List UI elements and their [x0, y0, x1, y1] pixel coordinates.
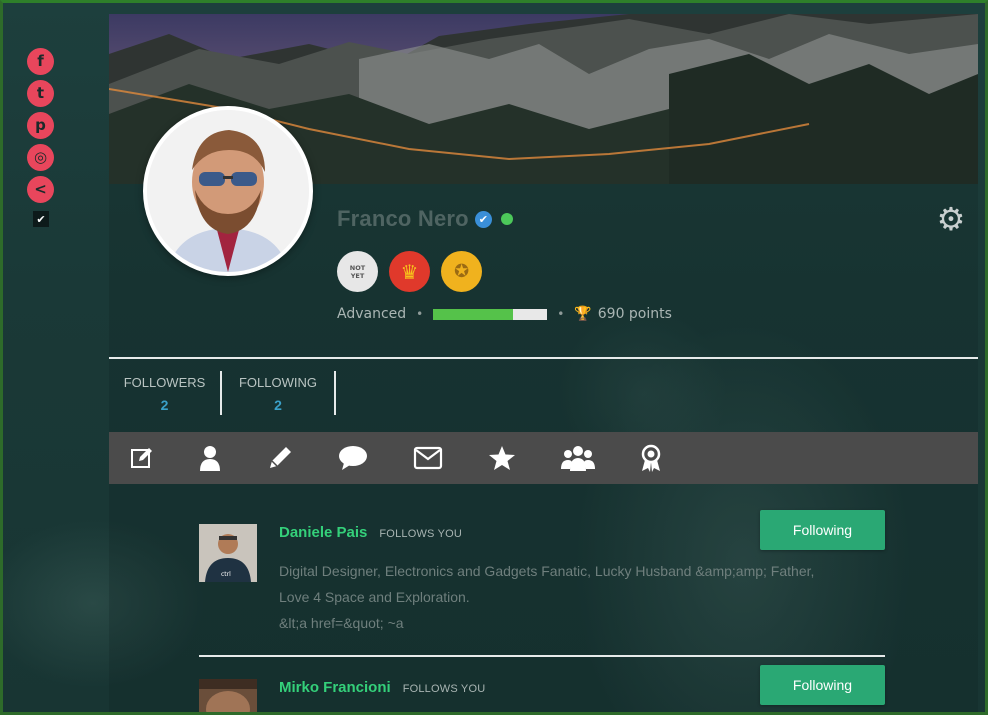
followers-count: 2	[160, 397, 169, 413]
follower-avatar[interactable]: ctrl	[199, 524, 257, 582]
level-label: Advanced	[337, 306, 407, 322]
settings-gear-icon[interactable]: ⚙	[934, 202, 968, 236]
comment-icon[interactable]	[331, 432, 375, 484]
follower-name[interactable]: Daniele Pais	[279, 524, 367, 541]
profile-name: Franco Nero	[337, 206, 469, 231]
instagram-icon[interactable]: ◎	[27, 144, 54, 171]
following-stat[interactable]: FOLLOWING 2	[220, 371, 336, 415]
bio-line: Love 4 Space and Exploration.	[279, 589, 470, 605]
separator-dot: •	[416, 307, 424, 321]
bio-line: Digital Designer, Electronics and Gadget…	[279, 563, 815, 579]
section-divider	[109, 357, 978, 359]
follower-bio: Digital Designer, Electronics and Gadget…	[279, 558, 879, 636]
social-sidebar: f t p ◎ < ✔	[27, 48, 57, 227]
followers-label: FOLLOWERS	[123, 375, 206, 390]
pencil-icon[interactable]	[258, 432, 302, 484]
separator-dot: •	[557, 307, 565, 321]
online-status-icon	[500, 213, 513, 225]
stats-row: FOLLOWERS 2 FOLLOWING 2	[109, 371, 336, 415]
follower-avatar[interactable]	[199, 679, 257, 712]
follower-name-row: Daniele Pais FOLLOWS YOU	[279, 524, 462, 541]
followers-stat[interactable]: FOLLOWERS 2	[109, 371, 220, 415]
follower-name[interactable]: Mirko Francioni	[279, 679, 391, 696]
following-count: 2	[274, 397, 282, 413]
user-icon[interactable]	[188, 432, 232, 484]
not-yet-line1: NOT	[349, 263, 366, 272]
twitter-icon[interactable]: t	[27, 80, 54, 107]
points-text: 690 points	[597, 306, 672, 322]
trophy-icon: 🏆	[574, 306, 592, 322]
edit-icon[interactable]	[120, 432, 164, 484]
profile-toolbar	[109, 432, 978, 484]
follows-you-label: FOLLOWS YOU	[402, 683, 486, 695]
star-icon[interactable]	[480, 432, 524, 484]
checkmark-icon[interactable]: ✔	[33, 211, 49, 227]
follower-list-item: ctrl Daniele Pais FOLLOWS YOU Following …	[199, 510, 885, 650]
facebook-icon[interactable]: f	[27, 48, 54, 75]
bio-line: &lt;a href=&quot; ~a	[279, 615, 404, 631]
envelope-icon[interactable]	[406, 432, 450, 484]
follower-name-row: Mirko Francioni FOLLOWS YOU	[279, 679, 485, 696]
level-progress-fill	[433, 308, 514, 320]
following-button[interactable]: Following	[760, 665, 885, 705]
group-icon[interactable]	[556, 432, 600, 484]
not-yet-badge[interactable]: NOT YET	[337, 251, 378, 292]
svg-text:ctrl: ctrl	[221, 571, 231, 578]
level-row: Advanced • • 🏆 690 points	[337, 306, 672, 322]
follower-list-item: Mirko Francioni FOLLOWS YOU Following	[199, 665, 885, 712]
award-icon[interactable]	[629, 432, 673, 484]
following-button[interactable]: Following	[760, 510, 885, 550]
follows-you-label: FOLLOWS YOU	[379, 528, 463, 540]
profile-name-row: Franco Nero ✔	[337, 206, 513, 232]
not-yet-line2: YET	[350, 271, 365, 280]
pinterest-icon[interactable]: p	[27, 112, 54, 139]
page-frame: f t p ◎ < ✔ Franco Nero ✔ ⚙ NOT YET ♛ ✪ …	[0, 0, 988, 715]
share-icon[interactable]: <	[27, 176, 54, 203]
following-label: FOLLOWING	[238, 375, 317, 390]
verified-icon: ✔	[474, 210, 492, 228]
level-progress-bar	[433, 308, 548, 320]
profile-avatar[interactable]	[143, 106, 313, 276]
list-divider	[199, 655, 885, 657]
badge-list: NOT YET ♛ ✪	[337, 251, 493, 292]
medal-badge-icon[interactable]: ✪	[441, 251, 482, 292]
crown-badge-icon[interactable]: ♛	[389, 251, 430, 292]
